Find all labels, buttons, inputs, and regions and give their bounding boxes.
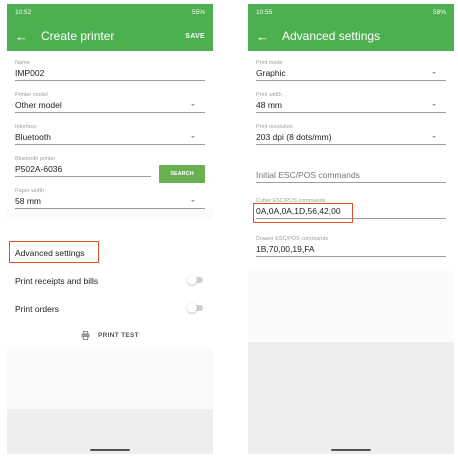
drawer-commands-field[interactable]: Drawer ESC/POS commands 1B,70,00,19,FA [256,235,446,257]
print-resolution-label: Print resolution [256,124,293,130]
printer-model-field[interactable]: Printer model Other model [15,91,205,113]
status-right: 58% [433,9,446,16]
paper-width-label: Paper width [15,188,45,194]
battery-level: 55% [191,9,205,16]
print-orders-label: Print orders [15,304,59,314]
bluetooth-printer-field[interactable]: Bluetooth printer P502A-6036 SEARCH [15,155,205,183]
name-field[interactable]: Name IMP002 [15,59,205,81]
printer-model-label: Printer model [15,92,48,98]
print-orders-toggle[interactable] [187,303,203,313]
create-printer-screen: 10:52 55% ← Create printer SAVE Name IMP… [7,4,213,454]
page-title: Advanced settings [282,29,381,43]
advanced-form: Print mode Graphic Print width 48 mm Pri… [248,51,454,271]
status-time: 10:55 [256,9,273,16]
printer-icon [81,330,90,340]
status-bar: 10:55 58% [248,4,454,21]
caret-down-icon [191,200,195,202]
print-receipts-row[interactable]: Print receipts and bills [7,267,213,295]
print-orders-row[interactable]: Print orders [7,295,213,323]
save-button[interactable]: SAVE [185,33,205,40]
initial-commands-spacer [256,161,446,169]
print-resolution-select[interactable]: 203 dpi (8 dots/mm) [256,131,446,145]
empty-area [248,342,454,454]
print-test-button[interactable]: PRINT TEST [7,323,213,347]
status-bar: 10:52 55% [7,4,213,21]
bluetooth-printer-input[interactable]: P502A-6036 [15,163,151,177]
caret-down-icon [432,136,436,138]
empty-area [7,409,213,454]
printer-model-value: Other model [15,100,62,110]
interface-select[interactable]: Bluetooth [15,131,205,145]
name-input[interactable]: IMP002 [15,67,205,81]
cutter-commands-field[interactable]: Cutter ESC/POS commands 0A,0A,0A,1D,56,4… [253,197,446,223]
app-bar: ← Advanced settings [248,21,454,51]
print-mode-select[interactable]: Graphic [256,67,446,81]
battery-level: 58% [432,9,446,16]
spacer [7,219,213,239]
back-arrow-icon[interactable]: ← [15,29,33,44]
print-resolution-value: 203 dpi (8 dots/mm) [256,132,332,142]
settings-list: Advanced settings Print receipts and bil… [7,239,213,347]
print-mode-value: Graphic [256,68,286,78]
toggle-knob [187,303,197,313]
print-width-field[interactable]: Print width 48 mm [256,91,446,113]
search-button[interactable]: SEARCH [159,165,205,183]
caret-down-icon [191,136,195,138]
home-indicator[interactable] [90,449,130,451]
interface-field[interactable]: Interface Bluetooth [15,123,205,145]
print-receipts-label: Print receipts and bills [15,276,99,286]
caret-down-icon [432,72,436,74]
advanced-settings-highlight [9,241,99,263]
caret-down-icon [432,104,436,106]
home-indicator[interactable] [331,449,371,451]
bluetooth-printer-label: Bluetooth printer [15,156,56,162]
paper-width-value: 58 mm [15,196,41,206]
status-time: 10:52 [15,9,32,16]
printer-model-select[interactable]: Other model [15,99,205,113]
print-receipts-toggle[interactable] [187,275,203,285]
status-right: 55% [192,9,205,16]
print-width-select[interactable]: 48 mm [256,99,446,113]
form: Name IMP002 Printer model Other model In… [7,51,213,209]
paper-width-field[interactable]: Paper width 58 mm [15,187,205,209]
advanced-settings-screen: 10:55 58% ← Advanced settings Print mode… [248,4,454,454]
cutter-commands-highlight [253,203,353,223]
toggle-knob [187,275,197,285]
drawer-commands-label: Drawer ESC/POS commands [256,236,329,242]
name-label: Name [15,60,30,66]
paper-width-select[interactable]: 58 mm [15,195,205,209]
print-width-value: 48 mm [256,100,282,110]
back-arrow-icon[interactable]: ← [256,29,274,44]
print-resolution-field[interactable]: Print resolution 203 dpi (8 dots/mm) [256,123,446,145]
page-title: Create printer [41,29,115,43]
interface-label: Interface [15,124,37,130]
initial-commands-field[interactable]: Initial ESC/POS commands [256,161,446,183]
print-test-label: PRINT TEST [98,331,139,339]
app-bar: ← Create printer SAVE [7,21,213,51]
print-mode-field[interactable]: Print mode Graphic [256,59,446,81]
print-width-label: Print width [256,92,282,98]
interface-value: Bluetooth [15,132,51,142]
print-mode-label: Print mode [256,60,283,66]
drawer-commands-input[interactable]: 1B,70,00,19,FA [256,243,446,257]
initial-commands-input[interactable]: Initial ESC/POS commands [256,169,446,183]
caret-down-icon [191,104,195,106]
